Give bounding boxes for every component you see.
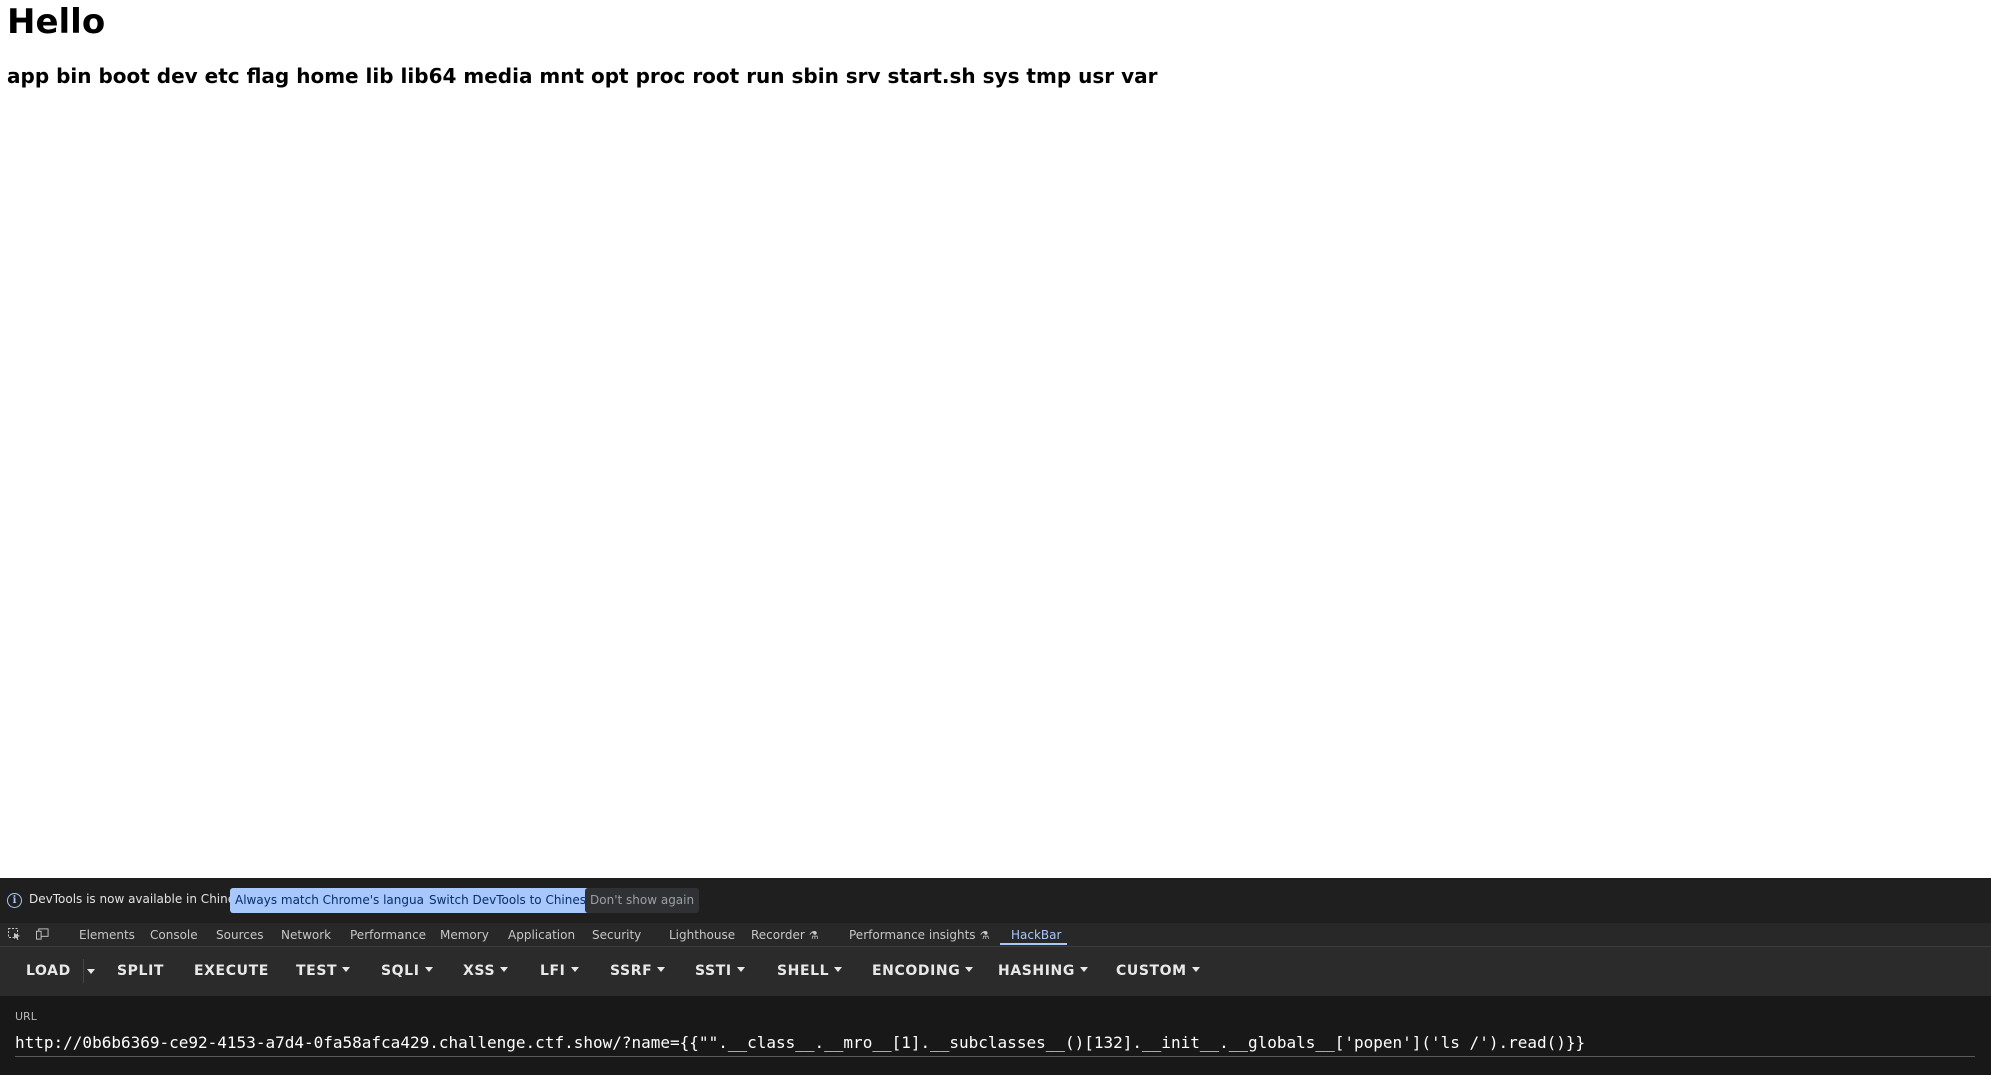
- chevron-down-icon: [342, 966, 351, 972]
- test-label: TEST: [296, 963, 338, 979]
- lfi-label: LFI: [540, 963, 566, 979]
- encoding-label: ENCODING: [872, 963, 961, 979]
- command-output: app bin boot dev etc flag home lib lib64…: [7, 64, 1158, 88]
- tab-performance[interactable]: Performance: [350, 928, 426, 942]
- page-content: Hello app bin boot dev etc flag home lib…: [0, 0, 1991, 878]
- devtools-panel: i DevTools is now available in Chinese! …: [0, 878, 1991, 1075]
- sqli-menu-button[interactable]: SQLI: [381, 963, 433, 979]
- chevron-down-icon: [570, 966, 579, 972]
- tab-lighthouse[interactable]: Lighthouse: [669, 928, 735, 942]
- lfi-menu-button[interactable]: LFI: [540, 963, 579, 979]
- chevron-down-icon: [500, 966, 509, 972]
- ssrf-label: SSRF: [610, 963, 653, 979]
- active-tab-indicator: [1000, 943, 1067, 945]
- language-infobar: i DevTools is now available in Chinese! …: [0, 878, 1991, 924]
- chevron-down-icon: [834, 966, 843, 972]
- ssrf-menu-button[interactable]: SSRF: [610, 963, 666, 979]
- url-label: URL: [15, 1010, 37, 1023]
- ssti-label: SSTI: [695, 963, 732, 979]
- tab-memory[interactable]: Memory: [440, 928, 489, 942]
- load-button[interactable]: LOAD: [26, 963, 71, 979]
- custom-menu-button[interactable]: CUSTOM: [1116, 963, 1200, 979]
- url-input[interactable]: [15, 1028, 1975, 1057]
- chevron-down-icon: [657, 966, 666, 972]
- dont-show-again-button[interactable]: Don't show again: [585, 888, 700, 913]
- tab-elements[interactable]: Elements: [79, 928, 135, 942]
- tab-security[interactable]: Security: [592, 928, 641, 942]
- flask-icon: ⚗: [979, 929, 990, 942]
- xss-menu-button[interactable]: XSS: [463, 963, 509, 979]
- split-button[interactable]: SPLIT: [117, 963, 164, 979]
- chevron-down-icon: [736, 966, 745, 972]
- page-heading: Hello: [7, 2, 106, 42]
- hashing-label: HASHING: [998, 963, 1075, 979]
- load-dropdown-icon[interactable]: [87, 969, 95, 974]
- ssti-menu-button[interactable]: SSTI: [695, 963, 745, 979]
- infobar-message: DevTools is now available in Chinese!: [29, 892, 254, 906]
- tab-network[interactable]: Network: [281, 928, 331, 942]
- sqli-label: SQLI: [381, 963, 420, 979]
- tab-recorder-label: Recorder: [751, 928, 805, 942]
- inspect-element-icon[interactable]: [8, 928, 21, 940]
- chevron-down-icon: [424, 966, 433, 972]
- tab-performance-insights[interactable]: Performance insights ⚗: [849, 928, 989, 942]
- shell-menu-button[interactable]: SHELL: [777, 963, 843, 979]
- hackbar-toolbar: LOAD SPLIT EXECUTE TEST SQLI XSS LFI SSR…: [0, 947, 1991, 996]
- custom-label: CUSTOM: [1116, 963, 1187, 979]
- devtools-tabbar: Elements Console Sources Network Perform…: [0, 923, 1991, 947]
- hashing-menu-button[interactable]: HASHING: [998, 963, 1088, 979]
- tab-hackbar[interactable]: HackBar: [1011, 928, 1061, 942]
- encoding-menu-button[interactable]: ENCODING: [872, 963, 974, 979]
- chevron-down-icon: [1191, 966, 1200, 972]
- xss-label: XSS: [463, 963, 496, 979]
- execute-button[interactable]: EXECUTE: [194, 963, 269, 979]
- tab-recorder[interactable]: Recorder ⚗: [751, 928, 819, 942]
- tab-application[interactable]: Application: [508, 928, 575, 942]
- shell-label: SHELL: [777, 963, 830, 979]
- test-menu-button[interactable]: TEST: [296, 963, 351, 979]
- chevron-down-icon: [965, 966, 974, 972]
- tab-sources[interactable]: Sources: [216, 928, 263, 942]
- device-toolbar-icon[interactable]: [36, 928, 49, 940]
- switch-to-chinese-button[interactable]: Switch DevTools to Chinese: [424, 888, 599, 913]
- load-divider: [83, 959, 84, 983]
- match-language-button[interactable]: Always match Chrome's language: [230, 888, 444, 913]
- chevron-down-icon: [1079, 966, 1088, 972]
- tab-performance-insights-label: Performance insights: [849, 928, 976, 942]
- tab-console[interactable]: Console: [150, 928, 198, 942]
- flask-icon: ⚗: [808, 929, 819, 942]
- info-icon: i: [7, 893, 22, 908]
- url-section: URL: [0, 996, 1991, 1075]
